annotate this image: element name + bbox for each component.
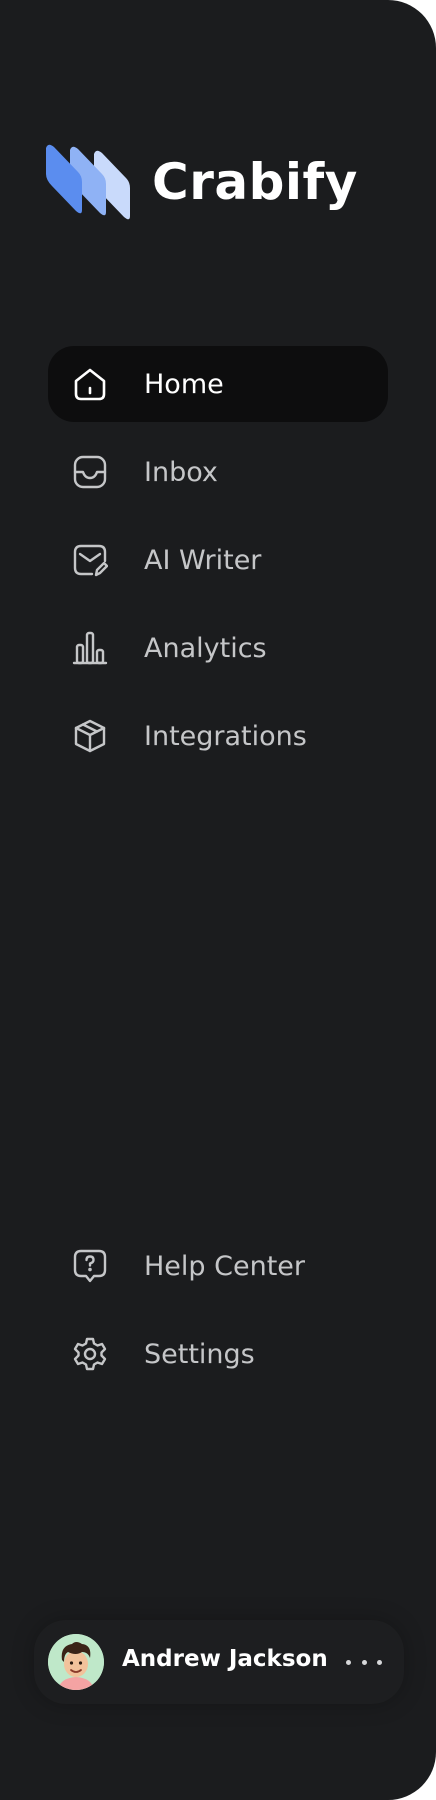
crabify-logo-icon [46, 144, 132, 220]
nav-item-settings[interactable]: Settings [48, 1316, 388, 1392]
nav-item-analytics[interactable]: Analytics [48, 610, 388, 686]
mail-edit-icon [72, 542, 109, 578]
secondary-nav: Help Center Settings [48, 1228, 388, 1404]
nav-label-home: Home [144, 368, 224, 400]
nav-label-settings: Settings [144, 1338, 255, 1370]
avatar [48, 1634, 104, 1690]
inbox-icon [72, 454, 108, 490]
brand-name: Crabify [152, 153, 358, 211]
sidebar: Crabify Home Inbox AI Writer Analytics I… [0, 0, 436, 1800]
user-name: Andrew Jackson [122, 1646, 328, 1672]
help-bubble-icon [72, 1248, 108, 1284]
more-dot [361, 1659, 367, 1665]
more-horizontal-icon[interactable] [346, 1646, 382, 1678]
nav-item-ai-writer[interactable]: AI Writer [48, 522, 388, 598]
user-profile-card[interactable]: Andrew Jackson [34, 1620, 404, 1704]
brand[interactable]: Crabify [46, 144, 358, 220]
nav-label-help-center: Help Center [144, 1250, 306, 1282]
more-dot [377, 1659, 382, 1665]
nav-item-home[interactable]: Home [48, 346, 388, 422]
nav-label-integrations: Integrations [144, 720, 307, 752]
bar-chart-icon [72, 630, 108, 666]
cube-icon [72, 718, 108, 754]
more-dot [346, 1659, 351, 1665]
gear-icon [72, 1336, 108, 1372]
nav-label-ai-writer: AI Writer [144, 544, 262, 576]
nav-label-inbox: Inbox [144, 456, 218, 488]
nav-label-analytics: Analytics [144, 632, 267, 664]
nav-item-help-center[interactable]: Help Center [48, 1228, 388, 1304]
nav-item-integrations[interactable]: Integrations [48, 698, 388, 774]
home-icon [72, 366, 108, 402]
main-nav: Home Inbox AI Writer Analytics Integrati… [48, 346, 388, 786]
nav-item-inbox[interactable]: Inbox [48, 434, 388, 510]
